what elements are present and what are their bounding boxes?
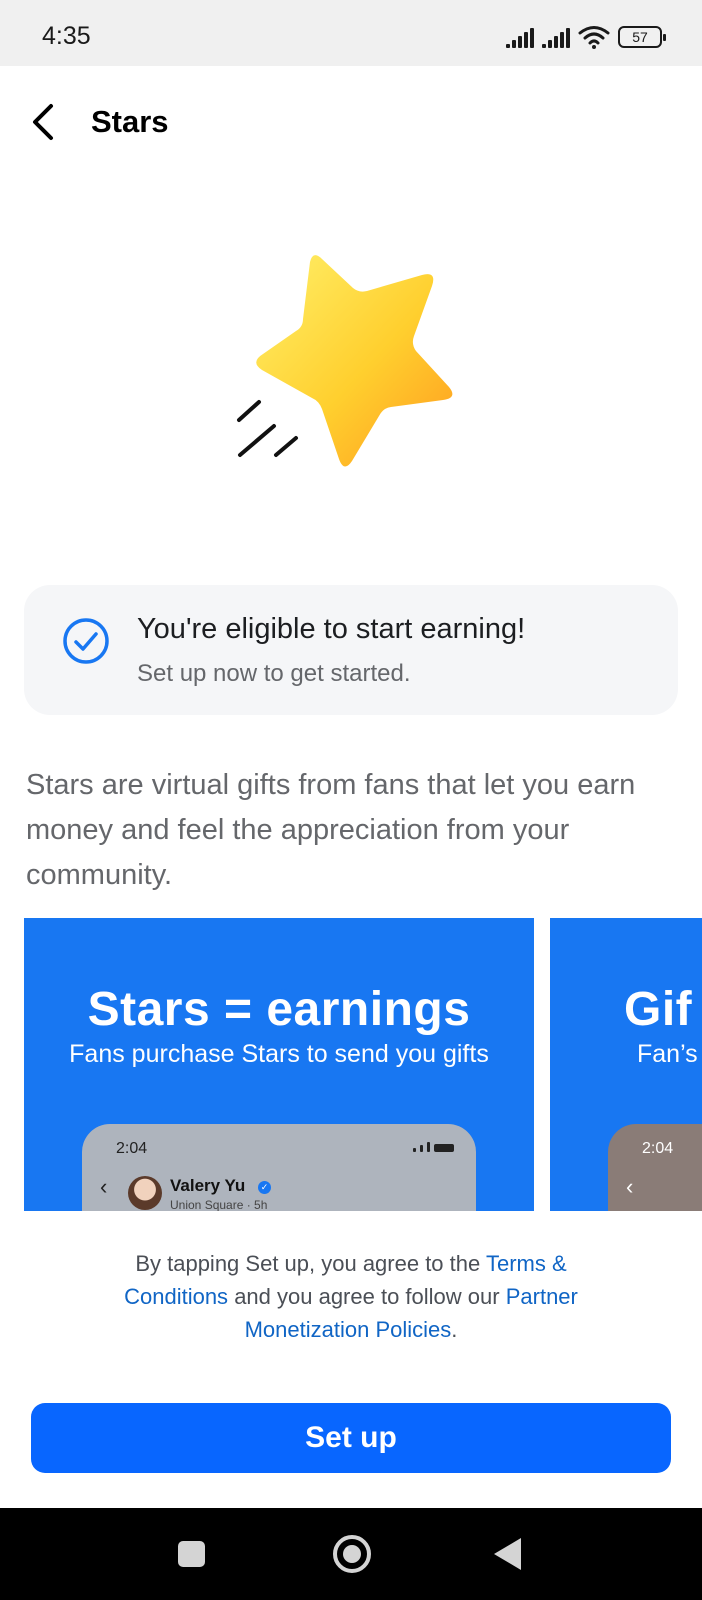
- battery-icon: 57: [618, 26, 666, 48]
- phone-mockup: 2:04 ‹: [608, 1124, 702, 1211]
- chevron-left-icon: [33, 104, 53, 140]
- phone-mockup-back-icon: ‹: [626, 1174, 634, 1199]
- stars-description: Stars are virtual gifts from fans that l…: [26, 769, 636, 891]
- phone-mockup-name: Valery Yu: [170, 1176, 246, 1195]
- back-triangle-icon[interactable]: [494, 1538, 521, 1570]
- legal-text: By tapping Set up, you agree to the Term…: [100, 1247, 602, 1346]
- feature-carousel[interactable]: Stars = earnings Fans purchase Stars to …: [0, 918, 702, 1211]
- legal-text-part: .: [451, 1317, 458, 1342]
- carousel-card[interactable]: Gif Fan’s 2:04 ‹: [550, 918, 702, 1211]
- status-time: 4:35: [42, 22, 91, 50]
- carousel-card-subtitle: Fan’s: [637, 1040, 698, 1068]
- status-icons: 57: [506, 24, 666, 50]
- avatar: [128, 1176, 162, 1210]
- home-icon[interactable]: [333, 1535, 371, 1573]
- verified-badge-icon: ✓: [258, 1181, 271, 1194]
- signal-icon: [542, 26, 570, 48]
- carousel-card-title: Stars = earnings: [87, 983, 471, 1036]
- back-button[interactable]: [22, 100, 62, 144]
- setup-button[interactable]: Set up: [31, 1403, 671, 1473]
- phone-mockup-location: Union Square · 5h: [170, 1198, 268, 1211]
- eligibility-title: You're eligible to start earning!: [137, 613, 526, 645]
- carousel-card-title: Gif: [624, 983, 693, 1036]
- phone-mockup: 2:04 ‹ Valery Yu ✓ Union Square · 5h: [82, 1124, 476, 1211]
- wifi-icon: [578, 26, 610, 49]
- check-circle-icon: [63, 618, 109, 664]
- legal-text-part: By tapping Set up, you agree to the: [135, 1251, 481, 1276]
- carousel-card-subtitle: Fans purchase Stars to send you gifts: [69, 1040, 489, 1068]
- status-bar: 4:35 57: [0, 0, 702, 66]
- eligibility-card: You're eligible to start earning! Set up…: [24, 585, 678, 715]
- navigation-bar: [0, 1508, 702, 1600]
- phone-mockup-back-icon: ‹: [100, 1174, 108, 1199]
- page-title: Stars: [91, 104, 169, 139]
- eligibility-subtitle: Set up now to get started.: [137, 660, 411, 687]
- battery-level: 57: [632, 29, 648, 45]
- phone-mockup-time: 2:04: [642, 1140, 674, 1157]
- carousel-card[interactable]: Stars = earnings Fans purchase Stars to …: [24, 918, 534, 1211]
- recents-icon[interactable]: [178, 1541, 205, 1567]
- signal-icon: [506, 26, 534, 48]
- phone-mockup-time: 2:04: [116, 1140, 148, 1157]
- star-illustration-icon: [237, 255, 453, 467]
- phone-mockup-status-icons: [413, 1142, 454, 1152]
- legal-text-part: and you agree to follow our: [234, 1284, 500, 1309]
